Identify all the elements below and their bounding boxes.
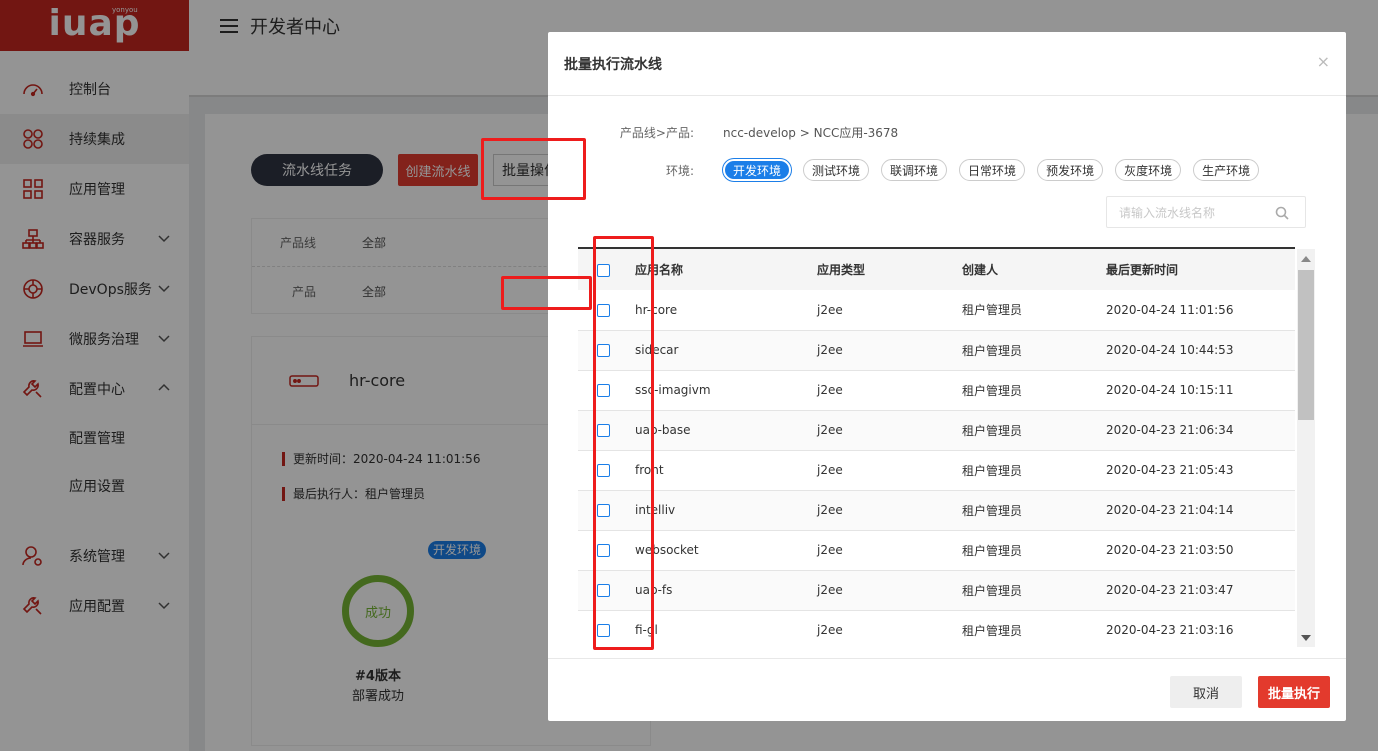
cell-name: fi-gl <box>635 623 658 637</box>
cell-creator: 租户管理员 <box>962 383 1023 398</box>
table-header-row: 应用名称 应用类型 创建人 最后更新时间 <box>578 248 1295 290</box>
table-row[interactable]: hr-core j2ee 租户管理员 2020-04-24 11:01:56 <box>578 290 1295 330</box>
cell-updated: 2020-04-24 10:15:11 <box>1106 383 1234 397</box>
cell-creator: 租户管理员 <box>962 423 1023 438</box>
annotation-box-filter <box>501 276 592 310</box>
product-value: ncc-develop > NCC应用-3678 <box>723 126 899 140</box>
table-scrollbar[interactable] <box>1297 249 1315 647</box>
table-row[interactable]: websocket j2ee 租户管理员 2020-04-23 21:03:50 <box>578 530 1295 570</box>
cell-name: front <box>635 463 664 477</box>
modal-title: 批量执行流水线 <box>564 56 662 73</box>
table-row[interactable]: uap-fs j2ee 租户管理员 2020-04-23 21:03:47 <box>578 570 1295 610</box>
close-icon[interactable]: × <box>1317 54 1330 70</box>
scroll-thumb[interactable] <box>1298 270 1314 420</box>
cell-updated: 2020-04-23 21:05:43 <box>1106 463 1234 477</box>
modal-footer: 取消 批量执行 <box>548 658 1346 721</box>
search-placeholder: 请输入流水线名称 <box>1119 205 1216 220</box>
cell-updated: 2020-04-24 11:01:56 <box>1106 302 1234 317</box>
cell-updated: 2020-04-23 21:03:47 <box>1106 583 1234 597</box>
cell-type: j2ee <box>817 302 843 317</box>
table-row[interactable]: sidecar j2ee 租户管理员 2020-04-24 10:44:53 <box>578 330 1295 370</box>
cell-name: uap-base <box>635 423 691 437</box>
column-header-creator: 创建人 <box>962 263 999 277</box>
env-row: 环境: 开发环境 测试环境 联调环境 日常环境 预发环境 灰度环境 生产环境 <box>548 159 1271 181</box>
pipeline-table: 应用名称 应用类型 创建人 最后更新时间 hr-core j2ee 租户管理员 … <box>578 247 1295 649</box>
cell-type: j2ee <box>817 543 843 557</box>
search-input[interactable]: 请输入流水线名称 <box>1106 196 1306 228</box>
cell-updated: 2020-04-23 21:06:34 <box>1106 423 1234 437</box>
batch-execute-modal: 批量执行流水线 × 产品线>产品: ncc-develop > NCC应用-36… <box>548 32 1346 721</box>
cell-type: j2ee <box>817 503 843 517</box>
modal-header: 批量执行流水线 × <box>548 32 1346 96</box>
cell-creator: 租户管理员 <box>962 503 1023 518</box>
scroll-down-icon[interactable] <box>1301 635 1311 641</box>
env-button-gray[interactable]: 灰度环境 <box>1115 159 1182 181</box>
cell-type: j2ee <box>817 463 843 477</box>
scroll-up-icon[interactable] <box>1301 256 1311 262</box>
cell-creator: 租户管理员 <box>962 623 1023 638</box>
env-button-prerelease[interactable]: 预发环境 <box>1037 159 1104 181</box>
cell-creator: 租户管理员 <box>962 303 1023 318</box>
annotation-box-batch-ops <box>481 138 586 200</box>
table-row[interactable]: front j2ee 租户管理员 2020-04-23 21:05:43 <box>578 450 1295 490</box>
cell-name: hr-core <box>635 302 678 317</box>
cell-type: j2ee <box>817 423 843 437</box>
column-header-updated: 最后更新时间 <box>1106 263 1179 277</box>
column-header-name: 应用名称 <box>635 263 684 277</box>
annotation-box-checkboxes <box>593 236 654 650</box>
batch-execute-button[interactable]: 批量执行 <box>1258 676 1330 708</box>
cell-updated: 2020-04-23 21:04:14 <box>1106 503 1234 517</box>
cell-type: j2ee <box>817 343 843 357</box>
cell-name: websocket <box>635 543 699 557</box>
cell-creator: 租户管理员 <box>962 543 1023 558</box>
env-button-integration[interactable]: 联调环境 <box>881 159 948 181</box>
cell-type: j2ee <box>817 583 843 597</box>
cell-creator: 租户管理员 <box>962 463 1023 478</box>
cell-name: uap-fs <box>635 583 673 597</box>
column-header-type: 应用类型 <box>817 263 866 277</box>
cell-creator: 租户管理员 <box>962 583 1023 598</box>
product-info-row: 产品线>产品: ncc-develop > NCC应用-3678 <box>548 124 898 141</box>
env-button-group: 开发环境 测试环境 联调环境 日常环境 预发环境 灰度环境 生产环境 <box>723 159 1271 181</box>
table-row[interactable]: uap-base j2ee 租户管理员 2020-04-23 21:06:34 <box>578 410 1295 450</box>
env-button-test[interactable]: 测试环境 <box>803 159 870 181</box>
cell-updated: 2020-04-23 21:03:16 <box>1106 623 1234 637</box>
table-row[interactable]: intelliv j2ee 租户管理员 2020-04-23 21:04:14 <box>578 490 1295 530</box>
cell-name: intelliv <box>635 503 676 517</box>
cell-type: j2ee <box>817 383 843 397</box>
table-row[interactable]: fi-gl j2ee 租户管理员 2020-04-23 21:03:16 <box>578 610 1295 649</box>
cancel-button[interactable]: 取消 <box>1170 676 1242 708</box>
env-button-production[interactable]: 生产环境 <box>1193 159 1260 181</box>
env-button-dev[interactable]: 开发环境 <box>723 159 792 181</box>
cell-updated: 2020-04-24 10:44:53 <box>1106 343 1234 357</box>
cell-updated: 2020-04-23 21:03:50 <box>1106 543 1234 557</box>
cell-name: sidecar <box>635 343 679 357</box>
cell-name: ssc-imagivm <box>635 383 711 397</box>
search-icon[interactable] <box>1275 206 1289 220</box>
cell-creator: 租户管理员 <box>962 343 1023 358</box>
cell-type: j2ee <box>817 623 843 637</box>
table-row[interactable]: ssc-imagivm j2ee 租户管理员 2020-04-24 10:15:… <box>578 370 1295 410</box>
env-button-daily[interactable]: 日常环境 <box>959 159 1026 181</box>
